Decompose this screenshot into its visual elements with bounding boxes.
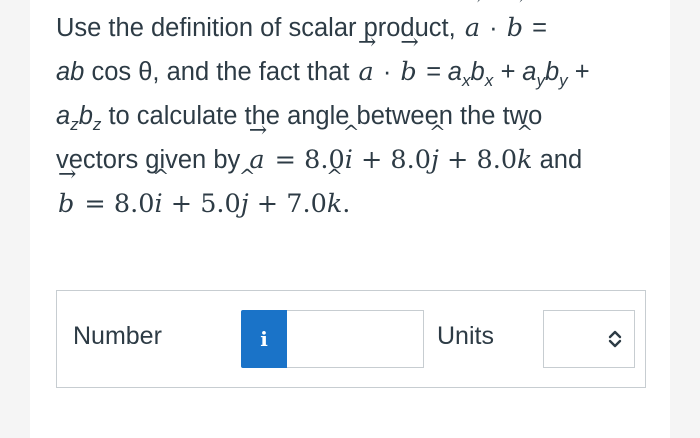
vector-a: →a	[357, 30, 377, 88]
vector-component: + 8.0	[438, 145, 518, 175]
vector-a: →a	[464, 0, 482, 43]
question-line-5: → b = 8.0 ^ i + 5.0 ^ j + 7.0 ^ k.	[56, 162, 656, 226]
info-icon[interactable]: i	[241, 310, 287, 368]
number-input[interactable]	[287, 310, 424, 368]
subscript: y	[559, 71, 568, 90]
plus-sign: +	[567, 58, 590, 86]
period: .	[342, 189, 351, 219]
component-term: + a	[493, 58, 537, 86]
question-text-segment: to calculate the angle between the two	[101, 102, 543, 130]
units-label: Units	[437, 322, 494, 350]
magnitude-product: ab	[56, 58, 85, 86]
question-text: Use the definition of scalar product, →a…	[56, 0, 656, 226]
question-page: Use the definition of scalar product, →a…	[30, 0, 670, 438]
number-label: Number	[73, 322, 162, 350]
dot-operator: ·	[482, 14, 505, 42]
units-select[interactable]	[543, 310, 635, 368]
vector-component: + 7.0	[248, 189, 327, 219]
component-term: b	[544, 58, 560, 86]
component-term: b	[78, 102, 93, 130]
question-text-segment: and	[532, 146, 583, 174]
unit-vector-j: ^ j	[428, 120, 446, 175]
unit-vector-k: ^ k	[326, 164, 343, 219]
up-down-chevron-icon	[608, 330, 622, 348]
question-text-segment: cos θ, and the fact that	[84, 58, 357, 86]
unit-vector-j: ^ j	[238, 164, 256, 219]
unit-vector-k: ^ k	[516, 120, 534, 175]
vector-component: = 8.0	[76, 189, 155, 219]
vector-b: →b	[506, 0, 525, 43]
question-line-2: ab cos θ, and the fact that → a · → b = ax…	[56, 30, 656, 94]
unit-vector-i: ^ i	[152, 164, 170, 219]
subscript: x	[484, 71, 494, 90]
question-line-4: vectors given by → a = 8.0 ^ i + 8.0 ^ j + 8.…	[56, 120, 656, 182]
subscript: y	[536, 71, 545, 90]
equals-sign: =	[525, 14, 547, 42]
dot-operator: ·	[375, 58, 399, 86]
unit-vector-i: ^ i	[342, 120, 360, 175]
subscript: x	[462, 71, 471, 90]
answer-panel: Number i Units	[56, 290, 646, 388]
vector-b: →b	[400, 30, 419, 88]
vector-b: →b	[57, 162, 77, 220]
component-term: a	[56, 102, 71, 130]
component-term: = a	[418, 58, 462, 86]
vector-component: + 8.0	[352, 145, 431, 175]
component-term: b	[470, 58, 485, 86]
vector-component: + 5.0	[162, 189, 241, 219]
subscript: z	[70, 115, 79, 134]
